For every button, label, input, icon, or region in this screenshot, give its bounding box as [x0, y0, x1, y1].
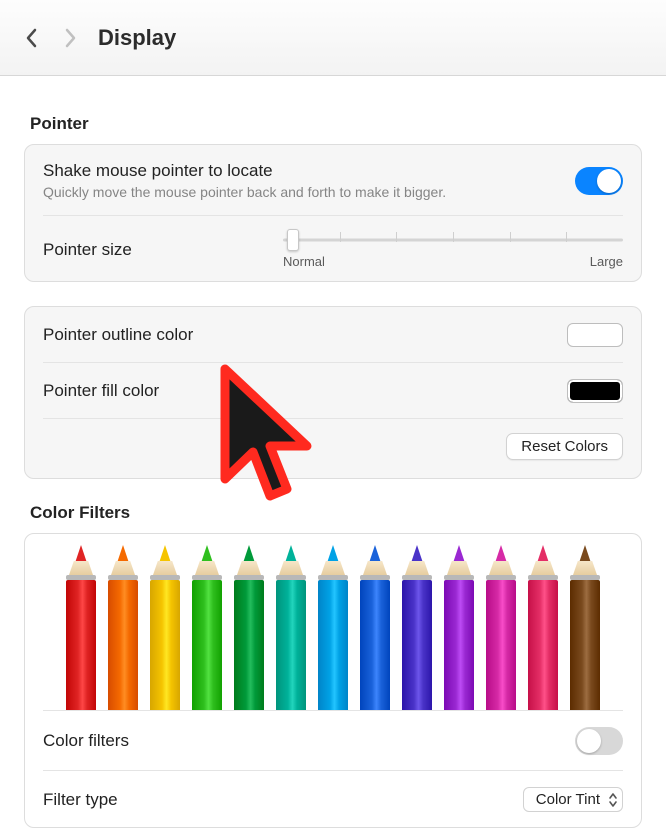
pencil — [102, 545, 144, 710]
pencil — [312, 545, 354, 710]
filter-type-popup[interactable]: Color Tint — [523, 787, 623, 812]
pencil — [60, 545, 102, 710]
reset-colors-button[interactable]: Reset Colors — [506, 433, 623, 460]
section-title-pointer: Pointer — [30, 114, 642, 134]
row-pointer-size: Pointer size Normal Large — [43, 215, 623, 281]
row-fill-color: Pointer fill color — [43, 362, 623, 418]
row-outline-color: Pointer outline color — [43, 307, 623, 362]
color-filters-preview — [43, 538, 623, 710]
forward-button[interactable] — [62, 27, 78, 49]
pencil — [228, 545, 270, 710]
color-filters-toggle[interactable] — [575, 727, 623, 755]
panel-pointer-colors: Pointer outline color Pointer fill color… — [24, 306, 642, 479]
outline-color-label: Pointer outline color — [43, 325, 193, 345]
pencil — [522, 545, 564, 710]
pencil — [144, 545, 186, 710]
panel-color-filters: Color filters Filter type Color Tint — [24, 533, 642, 828]
row-filter-type: Filter type Color Tint — [43, 770, 623, 827]
panel-pointer: Shake mouse pointer to locate Quickly mo… — [24, 144, 642, 282]
color-filters-label: Color filters — [43, 731, 129, 751]
pencil — [270, 545, 312, 710]
pencil — [186, 545, 228, 710]
shake-sub: Quickly move the mouse pointer back and … — [43, 184, 446, 200]
pencil — [480, 545, 522, 710]
filter-type-value: Color Tint — [536, 791, 600, 808]
pointer-size-min: Normal — [283, 254, 325, 269]
section-title-color-filters: Color Filters — [30, 503, 642, 523]
pencil — [564, 545, 606, 710]
row-color-filters-toggle: Color filters — [43, 710, 623, 770]
chevron-updown-icon — [608, 792, 618, 808]
shake-label: Shake mouse pointer to locate — [43, 161, 446, 181]
pencil — [396, 545, 438, 710]
pencil — [438, 545, 480, 710]
fill-color-swatch[interactable] — [567, 379, 623, 403]
row-shake-to-locate: Shake mouse pointer to locate Quickly mo… — [43, 145, 623, 215]
pointer-size-slider[interactable] — [283, 230, 623, 250]
outline-color-swatch[interactable] — [567, 323, 623, 347]
back-button[interactable] — [24, 27, 40, 49]
fill-color-label: Pointer fill color — [43, 381, 159, 401]
filter-type-label: Filter type — [43, 790, 118, 810]
pencil — [354, 545, 396, 710]
pointer-size-label: Pointer size — [43, 240, 243, 260]
pointer-size-max: Large — [590, 254, 623, 269]
shake-toggle[interactable] — [575, 167, 623, 195]
toolbar: Display — [0, 0, 666, 76]
page-title: Display — [98, 25, 176, 51]
